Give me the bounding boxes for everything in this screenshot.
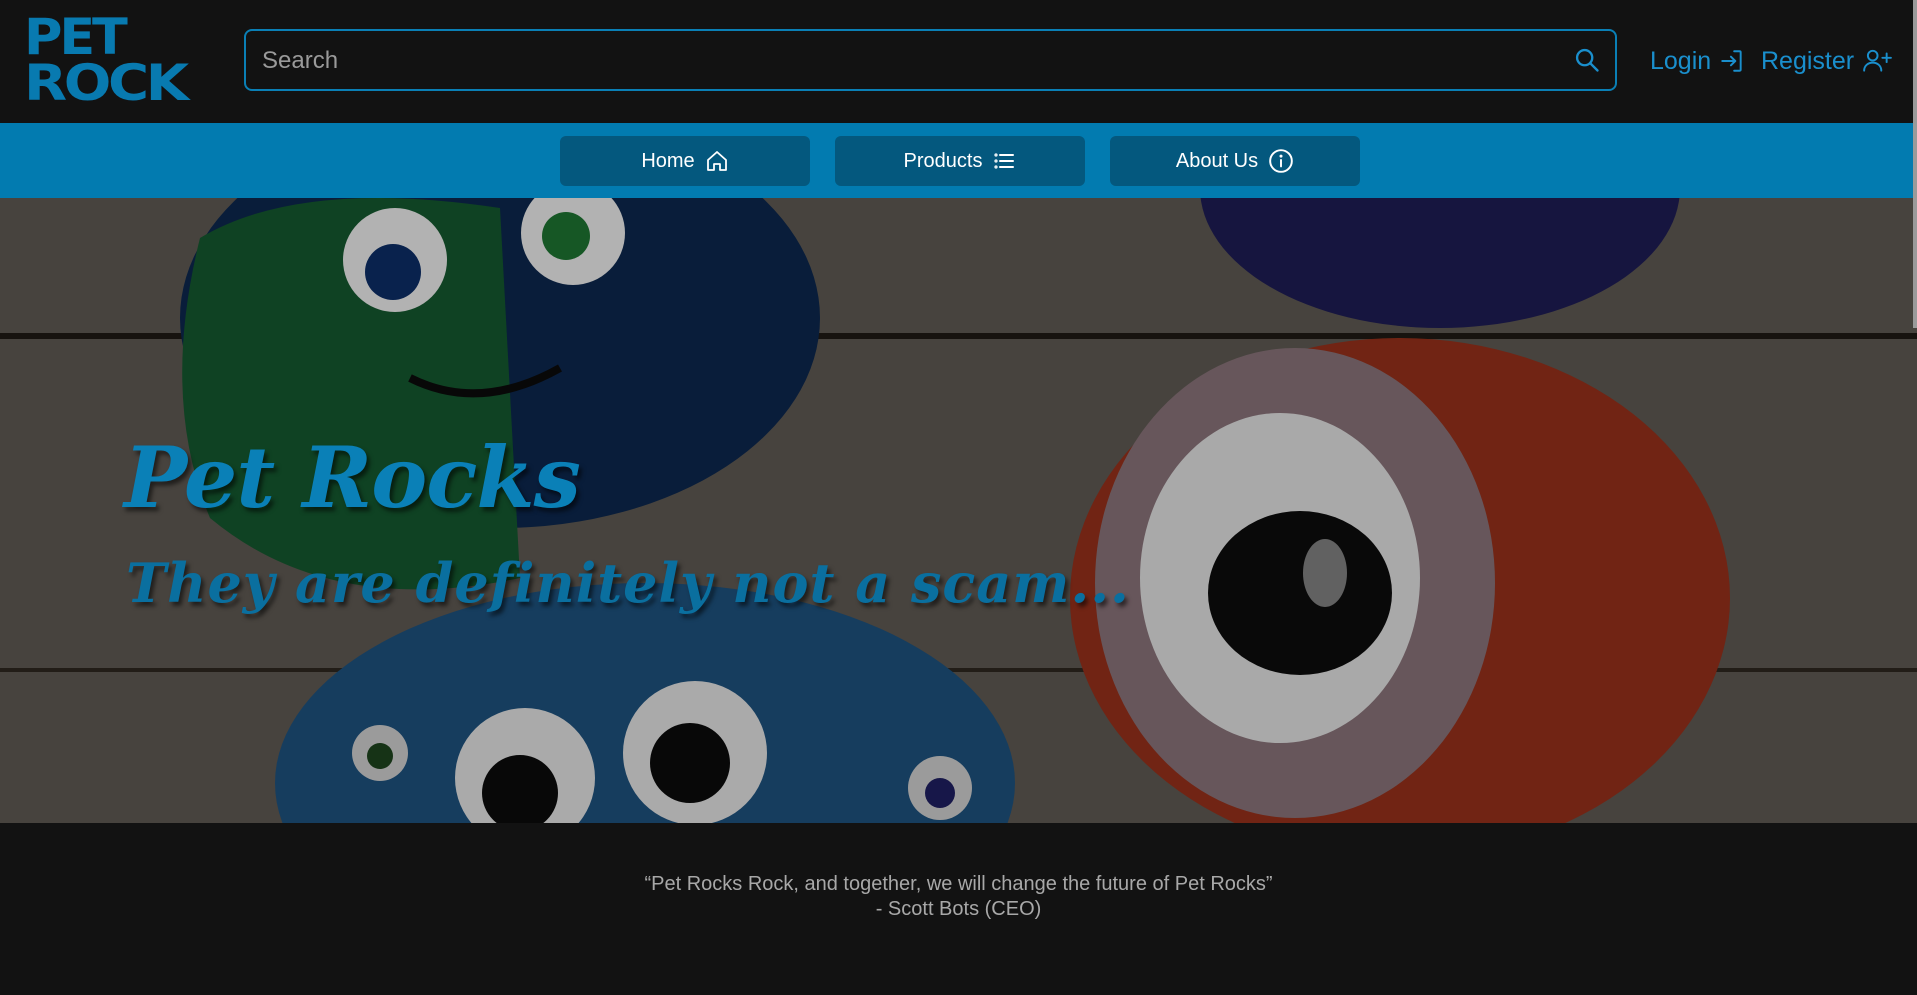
- nav-about-label: About Us: [1175, 149, 1259, 172]
- main-nav: Home Products About Us: [0, 123, 1917, 198]
- search-icon[interactable]: [1573, 46, 1601, 74]
- list-icon: [994, 153, 1015, 169]
- info-icon: [1269, 149, 1293, 173]
- search-input[interactable]: [260, 31, 1544, 91]
- site-header: PET ROCK Login Register: [0, 0, 1917, 123]
- ceo-quote: “Pet Rocks Rock, and together, we will c…: [0, 872, 1917, 922]
- login-link[interactable]: Login: [1650, 44, 1745, 78]
- nav-products-label: Products: [903, 149, 983, 172]
- page-scrollbar[interactable]: [1913, 0, 1917, 328]
- pet-rock-logo[interactable]: PET ROCK: [24, 12, 189, 108]
- nav-home-button[interactable]: Home: [560, 136, 810, 186]
- nav-about-button[interactable]: About Us: [1110, 136, 1360, 186]
- home-icon: [706, 151, 727, 171]
- hero-subtitle: They are definitely not a scam...: [126, 551, 1130, 615]
- hero-title: Pet Rocks: [124, 428, 581, 527]
- register-label: Register: [1761, 46, 1855, 75]
- nav-home-label: Home: [641, 149, 695, 172]
- login-label: Login: [1650, 46, 1712, 75]
- register-link[interactable]: Register: [1761, 44, 1892, 78]
- nav-products-button[interactable]: Products: [835, 136, 1085, 186]
- quote-text: “Pet Rocks Rock, and together, we will c…: [644, 873, 1273, 895]
- quote-author: - Scott Bots (CEO): [875, 898, 1042, 920]
- logo-line-2: ROCK: [24, 54, 189, 112]
- user-plus-icon: [1863, 49, 1892, 72]
- hero-banner: Pet Rocks They are definitely not a scam…: [0, 198, 1917, 823]
- login-arrow-icon: [1721, 50, 1742, 72]
- search-bar: [244, 29, 1617, 91]
